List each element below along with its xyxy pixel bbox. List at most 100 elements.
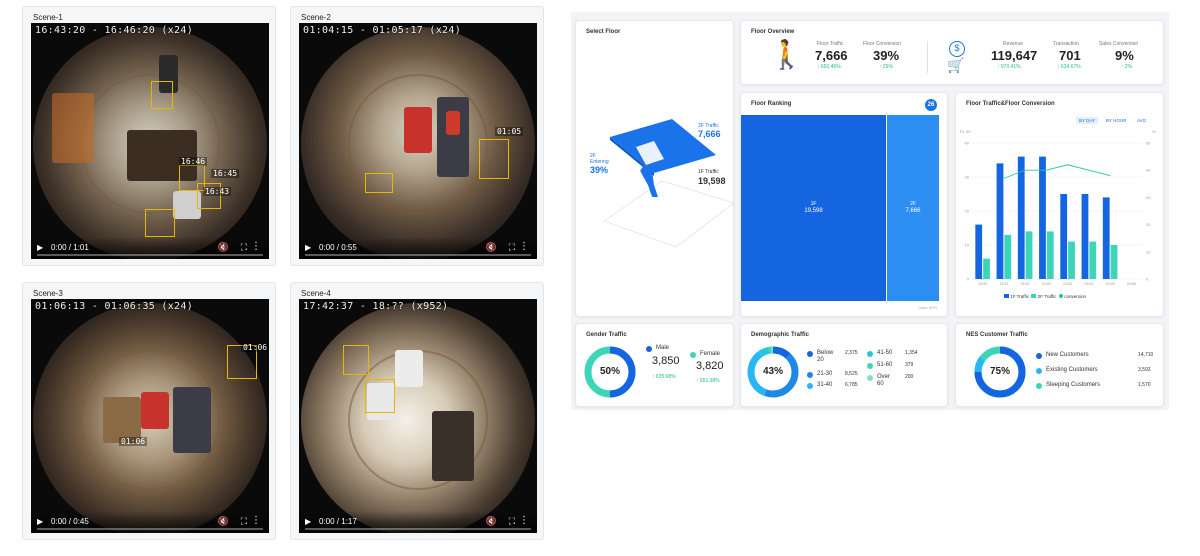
- male-label: Male: [656, 345, 670, 351]
- legend-swatch: [1031, 294, 1037, 298]
- floor-conversion-label: Floor Conversion: [863, 41, 902, 47]
- nes-customer-card: NES Customer Traffic 75% New Customers 1…: [955, 323, 1164, 407]
- more-options-icon[interactable]: ⋮: [251, 515, 261, 526]
- y-tick-right: 10: [1146, 249, 1151, 254]
- y-tick-right: 0: [1146, 277, 1149, 282]
- gender-center-value: 50%: [599, 366, 620, 377]
- demographic-traffic-card: Demographic Traffic 43% Below 20 2,375 2…: [740, 323, 948, 407]
- x-tick-label: 01/06: [1127, 282, 1136, 286]
- ranking-badge[interactable]: 26: [925, 99, 937, 111]
- select-floor-card: Select Floor 2F Traffic 7,666 2F Enterin…: [575, 20, 735, 317]
- revenue-label: Revenue: [1003, 41, 1024, 47]
- 2f-traffic-value: 7,666: [698, 129, 721, 139]
- floor-2f-label: 2F: [910, 201, 916, 207]
- fullscreen-icon[interactable]: ⛶: [509, 242, 515, 253]
- video-player-3[interactable]: 01:06 01:06 01:06:13 - 01:06:35 (x24) ▶ …: [31, 299, 269, 533]
- transaction-label: Transaction: [1053, 41, 1079, 47]
- fullscreen-icon[interactable]: ⛶: [241, 242, 247, 253]
- bar-2f: [1110, 245, 1118, 279]
- legend-swatch: [1058, 294, 1063, 298]
- video-controls: ▶ 0:00 / 1:17 🔇 ⛶ ⋮: [299, 511, 537, 533]
- y-tick-left: 20: [965, 209, 970, 214]
- scene-title: Scene-4: [301, 289, 331, 298]
- play-icon[interactable]: ▶: [305, 243, 311, 252]
- more-options-icon[interactable]: ⋮: [519, 241, 529, 252]
- 2f-entering-value: 39%: [590, 165, 609, 175]
- bar-1f: [1039, 156, 1046, 279]
- progress-bar[interactable]: [305, 528, 531, 530]
- traffic-conversion-card: Floor Traffic&Floor Conversion BY DAY BY…: [955, 92, 1164, 317]
- bar-2f: [983, 258, 990, 279]
- video-player-2[interactable]: 01:05 01:04:15 - 01:05:17 (x24) ▶ 0:00 /…: [299, 23, 537, 259]
- traffic-conversion-chart[interactable]: 0 10 20 30 40 0 10 20 30 40 50 12/30 12/31 01/01 01/02…: [956, 93, 1165, 318]
- legend-dot: [807, 383, 813, 389]
- scene-card-1: Scene-1 16:46 16:43 16:45 16:43:20 - 16:…: [22, 6, 276, 266]
- fullscreen-icon[interactable]: ⛶: [509, 516, 515, 527]
- bar-1f: [996, 163, 1004, 279]
- bar-2f: [1004, 234, 1012, 279]
- demo-label: Over 60: [877, 374, 891, 387]
- floor-overview-card: Floor Overview 🚶 Floor Traffic 7,666 ↑ 6…: [740, 20, 1164, 85]
- legend-dot: [867, 375, 873, 381]
- bar-1f: [1060, 194, 1068, 279]
- progress-bar[interactable]: [37, 528, 263, 530]
- floor-traffic-delta: ↑ 650.46%: [817, 64, 841, 70]
- video-controls: ▶ 0:00 / 1:01 🔇 ⛶ ⋮: [31, 237, 269, 259]
- bar-2f: [1046, 231, 1054, 279]
- female-dot: [690, 352, 696, 358]
- progress-bar[interactable]: [305, 254, 531, 256]
- floor-traffic-value: 7,666: [815, 48, 848, 63]
- y-tick-right: 50: [1146, 141, 1151, 146]
- more-options-icon[interactable]: ⋮: [251, 241, 261, 252]
- video-player-1[interactable]: 16:46 16:43 16:45 16:43:20 - 16:46:20 (x…: [31, 23, 269, 259]
- fullscreen-icon[interactable]: ⛶: [241, 516, 247, 527]
- detection-label: 01:05: [495, 127, 524, 136]
- demo-label: Below 20: [817, 350, 834, 363]
- detection-box: [365, 173, 393, 193]
- play-icon[interactable]: ▶: [37, 517, 43, 526]
- card-title: Demographic Traffic: [751, 332, 810, 338]
- card-title: Gender Traffic: [586, 332, 627, 338]
- detection-label: 16:43: [203, 187, 232, 196]
- video-timestamp: 01:04:15 - 01:05:17 (x24): [303, 25, 462, 36]
- legend-dot: [807, 351, 813, 357]
- nes-label: Sleeping Customers: [1046, 382, 1101, 388]
- card-title: Floor Ranking: [751, 101, 792, 107]
- demo-value: 8,525: [845, 371, 858, 377]
- scene-card-2: Scene-2 01:05 01:04:15 - 01:05:17 (x24) …: [290, 6, 544, 266]
- legend-dot: [867, 363, 873, 369]
- more-options-icon[interactable]: ⋮: [519, 515, 529, 526]
- 1f-traffic-label: 1F Traffic: [698, 169, 719, 175]
- female-delta: ↑ 651.38%: [696, 378, 720, 384]
- person-walking-icon: 🚶: [769, 39, 804, 70]
- volume-icon[interactable]: 🔇: [218, 242, 229, 253]
- volume-icon[interactable]: 🔇: [486, 242, 497, 253]
- x-tick-label: 12/31: [999, 282, 1008, 286]
- x-tick-label: 01/03: [1063, 282, 1072, 286]
- female-label: Female: [700, 351, 721, 357]
- volume-icon[interactable]: 🔇: [218, 516, 229, 527]
- scene-title: Scene-3: [33, 289, 63, 298]
- volume-icon[interactable]: 🔇: [486, 516, 497, 527]
- progress-bar[interactable]: [37, 254, 263, 256]
- transaction-delta: ↑ 634.67%: [1057, 64, 1081, 70]
- floor-2f-block[interactable]: 2F 7,666: [887, 115, 939, 301]
- detection-box: [145, 209, 175, 237]
- demo-value: 2,375: [845, 350, 858, 356]
- video-timestamp: 01:06:13 - 01:06:35 (x24): [35, 301, 194, 312]
- demo-label: 21-30: [817, 371, 833, 377]
- floor-1f-block[interactable]: 1F 19,598: [741, 115, 886, 301]
- demographic-center-value: 43%: [762, 366, 783, 377]
- video-player-4[interactable]: 17:42:37 - 18:?? (x952) ▶ 0:00 / 1:17 🔇 …: [299, 299, 537, 533]
- floor-ranking-card: Floor Ranking 26 1F 19,598 2F 7,666 Data…: [740, 92, 948, 317]
- play-icon[interactable]: ▶: [37, 243, 43, 252]
- demo-value: 6,785: [845, 382, 858, 388]
- scene-card-4: Scene-4 17:42:37 - 18:?? (x952) ▶ 0:00 /…: [290, 282, 544, 540]
- play-icon[interactable]: ▶: [305, 517, 311, 526]
- scene-title: Scene-2: [301, 13, 331, 22]
- 2f-entering-label: 2F Entering: [590, 153, 609, 165]
- card-title: Floor Overview: [751, 29, 795, 35]
- bar-2f: [1068, 241, 1075, 279]
- scene-card-3: Scene-3 01:06 01:06 01:06:13 - 01:06:35 …: [22, 282, 276, 540]
- nes-value: 1,570: [1138, 382, 1151, 388]
